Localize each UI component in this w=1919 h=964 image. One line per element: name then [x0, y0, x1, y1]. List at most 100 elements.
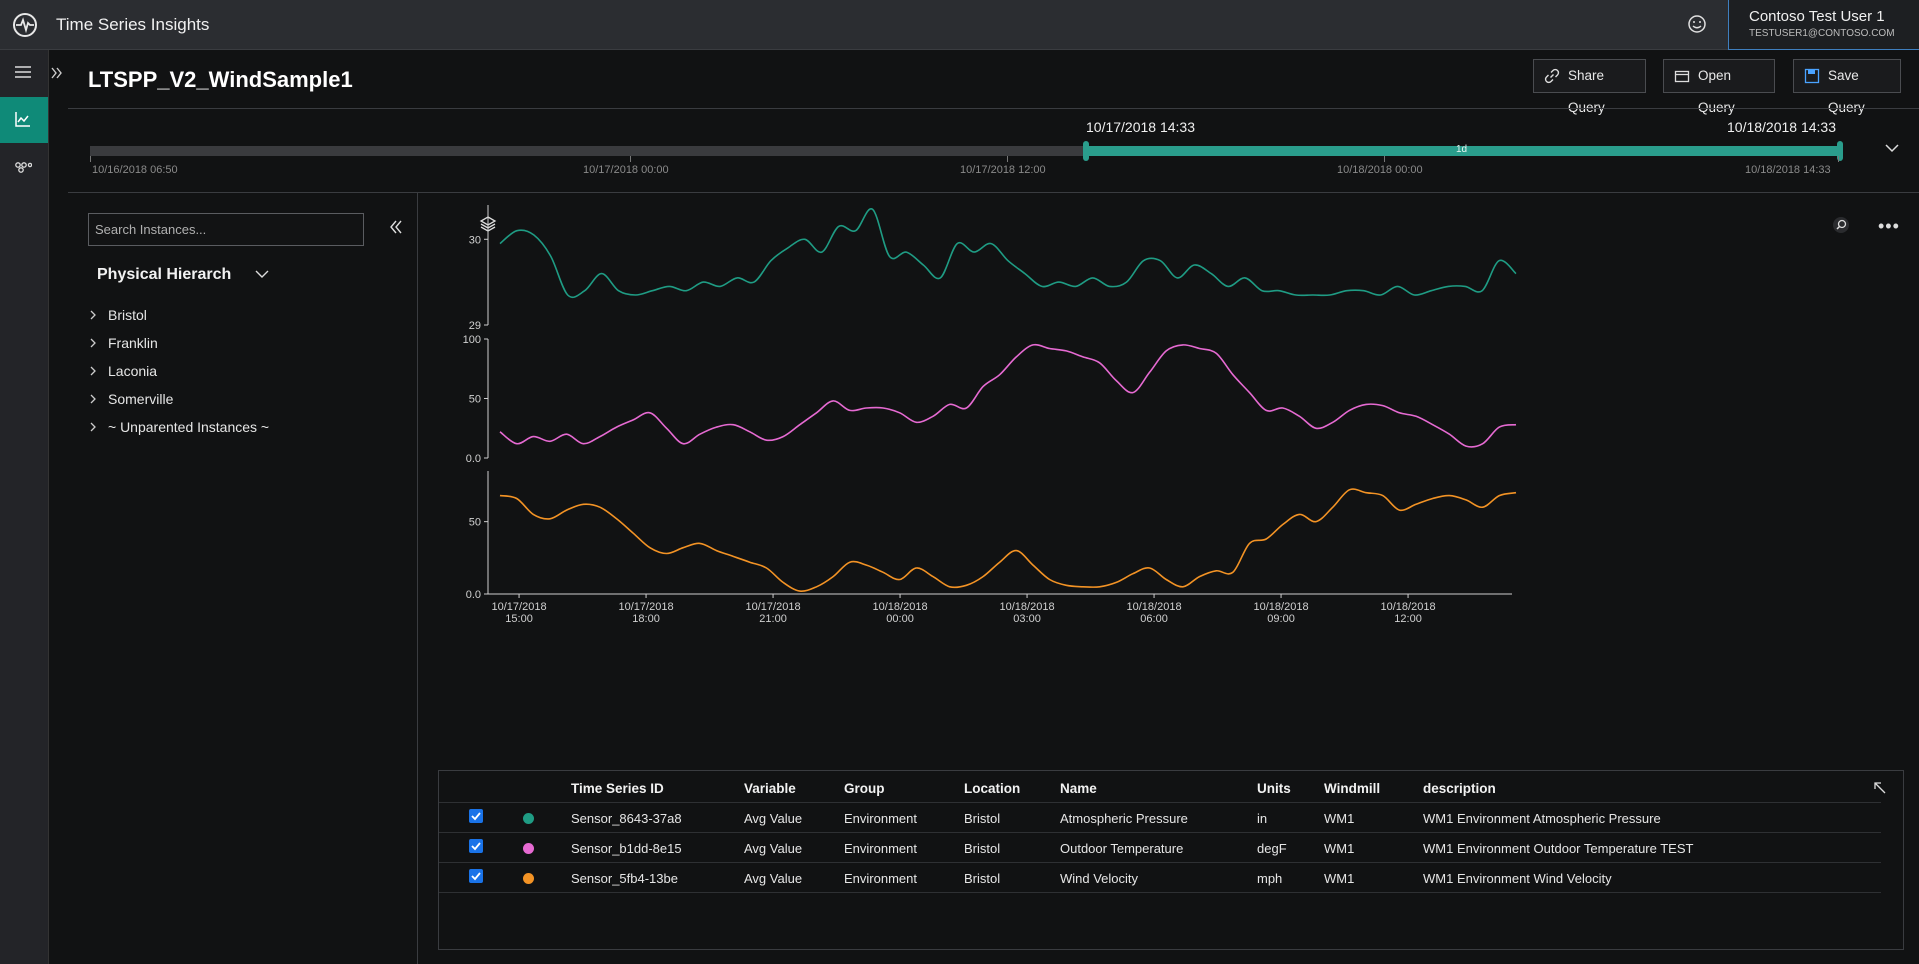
table-cell: Wind Velocity [1060, 871, 1139, 886]
x-tick-label: 18:00 [632, 613, 660, 625]
series-color-dot [523, 843, 534, 854]
table-cell: Sensor_b1dd-8e15 [571, 841, 682, 856]
brush-tick-label: 10/17/2018 12:00 [960, 164, 1046, 176]
y-tick-label: 29 [469, 320, 481, 332]
share-query-button[interactable]: Share Query [1533, 59, 1646, 115]
feedback-smiley-icon[interactable] [1686, 13, 1708, 35]
x-tick-label: 10/18/2018 [1254, 601, 1309, 613]
expand-diagonal-icon[interactable] [1872, 780, 1888, 796]
y-tick-label: 0.0 [466, 453, 481, 465]
brush-tick [1838, 156, 1839, 162]
series-visibility-checkbox[interactable] [469, 869, 483, 883]
hamburger-menu-button[interactable] [0, 50, 48, 96]
brush-tick-label: 10/18/2018 00:00 [1337, 164, 1423, 176]
hierarchy-dropdown[interactable]: Physical Hierarch [97, 266, 231, 284]
x-tick-label: 10/18/2018 [1000, 601, 1055, 613]
brush-span-label: 1d [1456, 144, 1468, 155]
x-tick-label: 10/18/2018 [1127, 601, 1182, 613]
checkmark-icon [471, 872, 481, 881]
table-cell: in [1257, 811, 1268, 826]
series-line[interactable] [499, 488, 1517, 593]
open-folder-icon [1674, 70, 1690, 83]
x-tick-label: 10/17/2018 [492, 601, 547, 613]
x-tick-label: 15:00 [505, 613, 533, 625]
column-header[interactable]: description [1423, 781, 1496, 796]
column-header[interactable]: Windmill [1324, 781, 1380, 796]
series-visibility-checkbox[interactable] [469, 809, 483, 823]
open-query-button[interactable]: Open Query [1663, 59, 1775, 115]
query-title: LTSPP_V2_WindSample1 [88, 67, 353, 92]
save-query-button[interactable]: Save Query [1793, 59, 1901, 115]
x-tick-label: 10/18/2018 [873, 601, 928, 613]
divider [439, 802, 1881, 803]
series-legend-table: Time Series ID Variable Group Location N… [438, 770, 1904, 950]
table-cell: Sensor_8643-37a8 [571, 811, 682, 826]
table-cell: Atmospheric Pressure [1060, 811, 1188, 826]
series-lane: 30 29 [469, 205, 1517, 332]
collapse-panel-icon[interactable] [388, 219, 404, 235]
hamburger-icon [15, 66, 31, 78]
divider [68, 108, 1919, 109]
table-cell: Avg Value [744, 841, 803, 856]
line-chart[interactable]: 3029100500.0500.010/17/201815:0010/17/20… [418, 193, 1919, 763]
chevron-right-icon [90, 394, 96, 404]
divider [439, 862, 1881, 863]
table-cell: WM1 Environment Outdoor Temperature TEST [1423, 841, 1694, 856]
link-icon [1544, 68, 1560, 84]
chevron-right-icon [90, 422, 96, 432]
x-tick-label: 10/17/2018 [619, 601, 674, 613]
column-header[interactable]: Units [1257, 781, 1291, 796]
table-cell: Avg Value [744, 811, 803, 826]
user-account-button[interactable]: Contoso Test User 1 TESTUSER1@CONTOSO.CO… [1728, 0, 1919, 50]
tree-item-label: ~ Unparented Instances ~ [108, 419, 270, 435]
series-visibility-checkbox[interactable] [469, 839, 483, 853]
table-cell: degF [1257, 841, 1287, 856]
chevron-down-icon[interactable] [254, 268, 270, 280]
brush-start-label: 10/17/2018 14:33 [1086, 119, 1195, 135]
chevron-right-icon [90, 366, 96, 376]
divider [439, 892, 1881, 893]
column-header[interactable]: Time Series ID [571, 781, 664, 796]
chevron-down-icon[interactable] [1884, 142, 1900, 154]
series-line[interactable] [499, 343, 1517, 448]
brush-start-handle[interactable] [1083, 141, 1089, 161]
y-tick-label: 30 [469, 234, 481, 246]
chart-icon [15, 112, 30, 127]
top-bar: Time Series Insights Contoso Test User 1… [0, 0, 1919, 50]
brush-tick [90, 156, 91, 162]
series-color-dot [523, 813, 534, 824]
x-tick-label: 10/18/2018 [1381, 601, 1436, 613]
search-instances-input[interactable] [88, 213, 364, 246]
y-tick-label: 50 [469, 517, 481, 529]
tree-item-label: Bristol [108, 307, 147, 323]
series-line[interactable] [499, 208, 1517, 299]
table-cell: Environment [844, 871, 917, 886]
tsi-logo-icon [13, 13, 37, 37]
x-tick-label: 00:00 [886, 613, 914, 625]
column-header[interactable]: Variable [744, 781, 796, 796]
series-lane: 100 50 0.0 [463, 334, 1517, 465]
y-tick-label: 50 [469, 394, 481, 406]
tree-item-label: Somerville [108, 391, 174, 407]
table-cell: Bristol [964, 811, 1001, 826]
analyze-nav-button[interactable] [0, 97, 48, 143]
model-nav-button[interactable] [0, 145, 48, 191]
table-cell: WM1 [1324, 841, 1355, 856]
brush-tick [1384, 156, 1385, 162]
model-hierarchy-icon [15, 162, 32, 173]
x-tick-label: 06:00 [1140, 613, 1168, 625]
x-tick-label: 09:00 [1267, 613, 1295, 625]
table-cell: WM1 Environment Wind Velocity [1423, 871, 1612, 886]
save-disk-icon [1804, 68, 1820, 84]
x-tick-label: 03:00 [1013, 613, 1041, 625]
x-tick-label: 12:00 [1394, 613, 1422, 625]
column-header[interactable]: Group [844, 781, 885, 796]
y-tick-label: 0.0 [466, 589, 481, 601]
x-tick-label: 10/17/2018 [746, 601, 801, 613]
expand-panel-chevron-icon[interactable] [50, 66, 64, 80]
table-cell: WM1 [1324, 811, 1355, 826]
column-header[interactable]: Location [964, 781, 1020, 796]
column-header[interactable]: Name [1060, 781, 1097, 796]
brush-tick [630, 156, 631, 162]
table-cell: Sensor_5fb4-13be [571, 871, 678, 886]
